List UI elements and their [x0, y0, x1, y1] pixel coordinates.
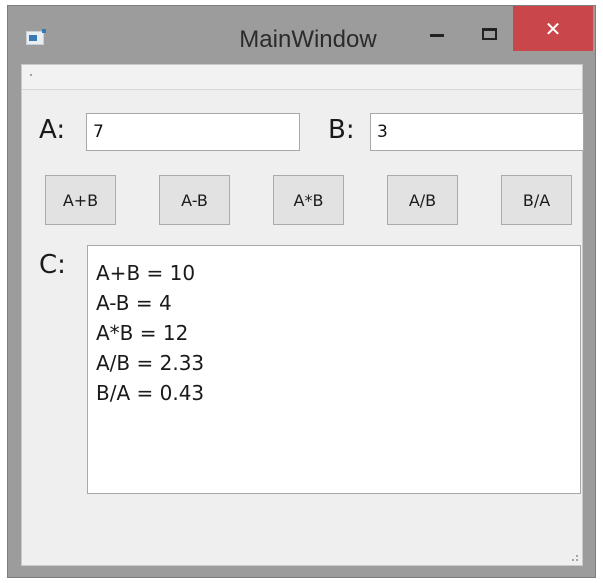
result-line: B/A = 0.43	[96, 381, 205, 405]
maximize-button[interactable]	[474, 19, 504, 49]
client-area: A: 7 B: 3 A+B A-B A*B A/B B/A C: A+B = 1…	[21, 64, 584, 566]
input-b[interactable]: 3	[370, 113, 584, 151]
maximize-icon	[481, 28, 497, 40]
result-line: A*B = 12	[96, 321, 189, 345]
menu-bar	[22, 65, 582, 90]
label-c: C:	[39, 250, 66, 280]
close-button[interactable]: ✕	[513, 6, 593, 51]
result-line: A/B = 2.33	[96, 351, 205, 375]
main-window: MainWindow ✕ A: 7 B: 3 A+B A-B A*B A/B B…	[7, 5, 596, 578]
divide-b-by-a-button[interactable]: B/A	[501, 175, 572, 225]
result-line: A+B = 10	[96, 261, 196, 285]
result-output[interactable]: A+B = 10 A-B = 4 A*B = 12 A/B = 2.33 B/A…	[87, 245, 581, 494]
resize-grip-icon[interactable]	[568, 551, 578, 561]
label-a: A:	[39, 115, 66, 145]
label-b: B:	[328, 115, 355, 145]
title-bar[interactable]: MainWindow ✕	[8, 6, 595, 64]
multiply-button[interactable]: A*B	[273, 175, 344, 225]
menu-grip-icon	[30, 74, 32, 76]
result-line: A-B = 4	[96, 291, 172, 315]
subtract-button[interactable]: A-B	[159, 175, 230, 225]
minimize-button[interactable]	[424, 19, 450, 49]
input-a[interactable]: 7	[86, 113, 300, 151]
minimize-icon	[430, 33, 444, 37]
close-icon: ✕	[544, 16, 562, 41]
add-button[interactable]: A+B	[45, 175, 116, 225]
divide-a-by-b-button[interactable]: A/B	[387, 175, 458, 225]
